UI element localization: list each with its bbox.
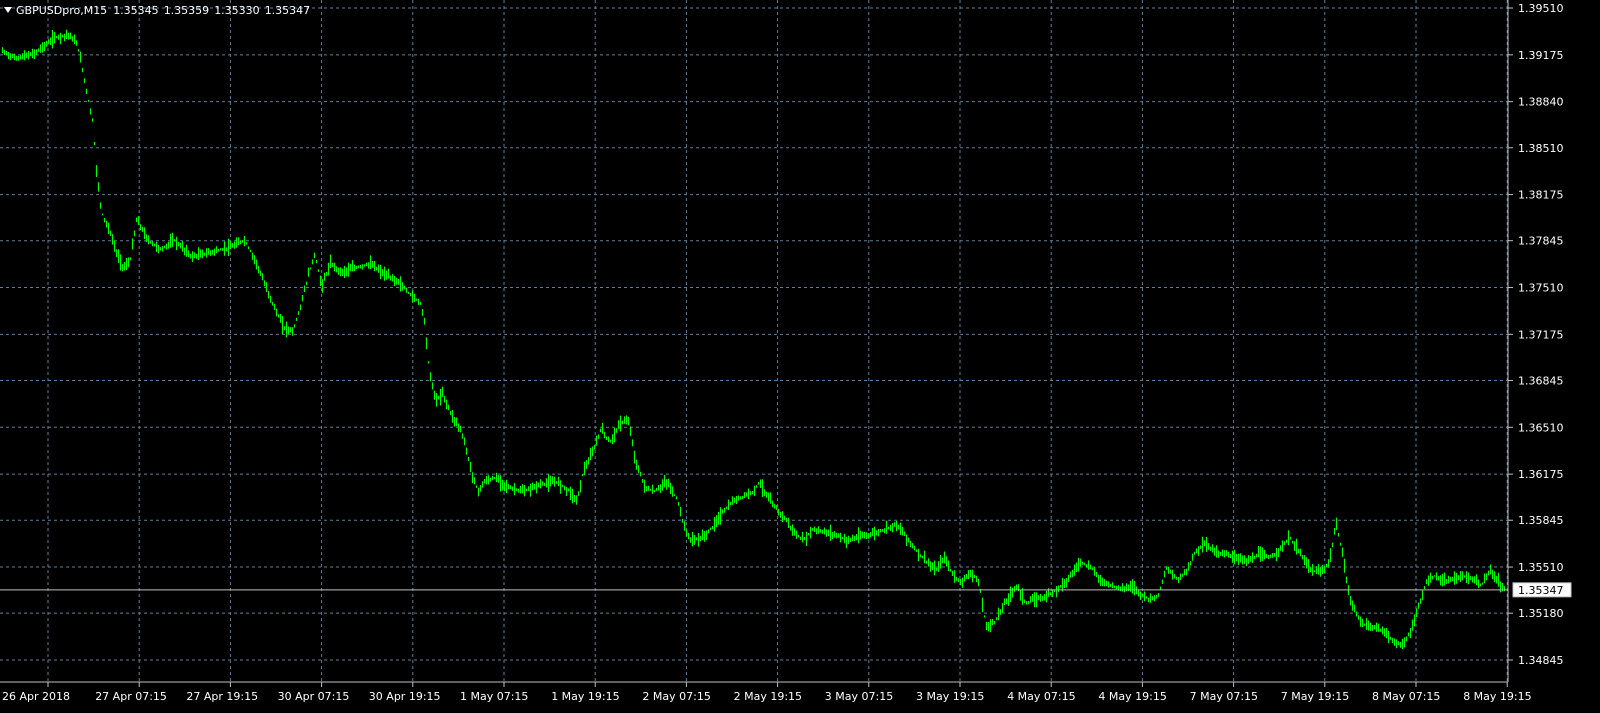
time-scale[interactable]: 26 Apr 2018 27 Apr 07:15 27 Apr 19:15 30 Ap… <box>2 690 1532 703</box>
chart-header: GBPUSDpro,M15 1.35345 1.35359 1.35330 1.… <box>4 2 310 18</box>
x-tick-label: 4 May 07:15 <box>1007 690 1075 703</box>
price-scale[interactable]: 1.39510 1.39175 1.38840 1.38510 1.38175 1.378… <box>1518 2 1564 667</box>
x-tick-label: 30 Apr 07:15 <box>278 690 350 703</box>
x-tick-label: 8 May 07:15 <box>1372 690 1440 703</box>
symbol-timeframe: GBPUSDpro,M15 <box>16 3 108 17</box>
y-tick-label: 1.39175 <box>1518 49 1564 62</box>
y-tick-label: 1.36510 <box>1518 421 1564 434</box>
y-tick-label: 1.39510 <box>1518 2 1564 15</box>
chart-window[interactable]: 1.35347 1.39510 1.39175 1.38840 1.38510 1.38… <box>0 0 1600 713</box>
y-tick-label: 1.37175 <box>1518 328 1564 341</box>
y-tick-label: 1.38840 <box>1518 96 1564 109</box>
y-tick-label: 1.36845 <box>1518 374 1564 387</box>
grid <box>0 0 1508 682</box>
y-tick-label: 1.37845 <box>1518 235 1564 248</box>
current-price-label: 1.35347 <box>1518 584 1564 597</box>
x-tick-label: 2 May 19:15 <box>734 690 802 703</box>
low-value: 1.35330 <box>214 3 260 17</box>
x-tick-label: 3 May 07:15 <box>825 690 893 703</box>
x-tick-label: 30 Apr 19:15 <box>369 690 441 703</box>
y-tick-label: 1.36175 <box>1518 468 1564 481</box>
x-tick-label: 8 May 19:15 <box>1463 690 1531 703</box>
bid-price-line: 1.35347 <box>0 582 1572 598</box>
y-tick-label: 1.35845 <box>1518 514 1564 527</box>
high-value: 1.35359 <box>163 3 210 17</box>
price-bars <box>1 29 1506 649</box>
x-tick-label: 1 May 07:15 <box>460 690 528 703</box>
y-tick-label: 1.35180 <box>1518 607 1564 620</box>
axes <box>0 0 1513 687</box>
y-tick-label: 1.34845 <box>1518 654 1564 667</box>
x-tick-label: 2 May 07:15 <box>642 690 710 703</box>
x-tick-label: 1 May 19:15 <box>551 690 619 703</box>
triangle-down-icon[interactable] <box>4 7 12 13</box>
x-tick-label: 7 May 07:15 <box>1190 690 1258 703</box>
price-chart[interactable]: 1.35347 1.39510 1.39175 1.38840 1.38510 1.38… <box>0 0 1600 713</box>
y-tick-label: 1.38510 <box>1518 142 1564 155</box>
y-tick-label: 1.38175 <box>1518 189 1564 202</box>
x-tick-label: 27 Apr 19:15 <box>186 690 258 703</box>
x-tick-label: 4 May 19:15 <box>1098 690 1166 703</box>
y-tick-label: 1.37510 <box>1518 282 1564 295</box>
x-tick-label: 27 Apr 07:15 <box>95 690 167 703</box>
x-tick-label: 3 May 19:15 <box>916 690 984 703</box>
price-series <box>1 29 1506 649</box>
open-value: 1.35345 <box>113 3 159 17</box>
x-tick-label: 26 Apr 2018 <box>2 690 70 703</box>
y-tick-label: 1.35510 <box>1518 561 1564 574</box>
x-tick-label: 7 May 19:15 <box>1281 690 1349 703</box>
close-value: 1.35347 <box>264 3 311 17</box>
ohlc-values: 1.35345 1.35359 1.35330 1.35347 <box>113 4 310 17</box>
